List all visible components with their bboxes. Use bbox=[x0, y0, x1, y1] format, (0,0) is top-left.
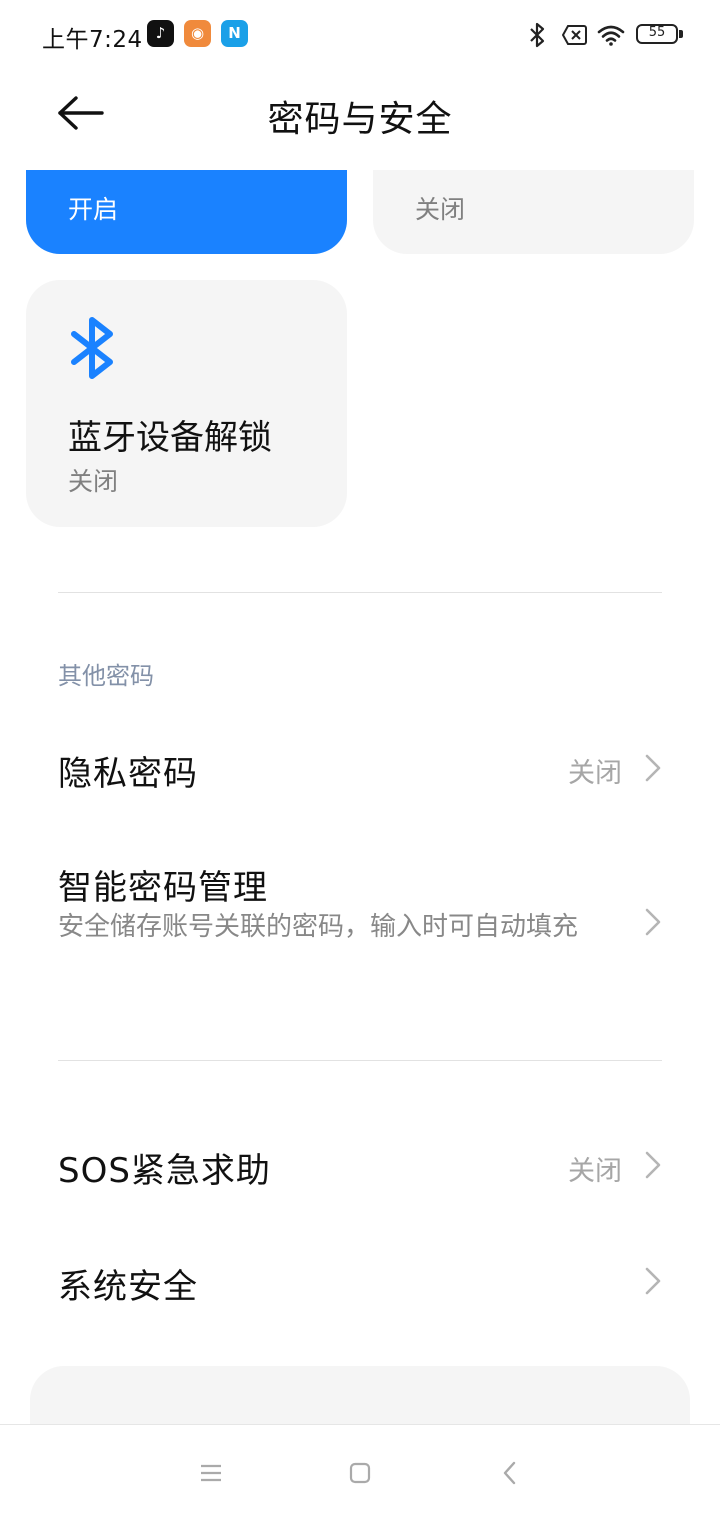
status-bar: 上午7:24 ♪ ◉ N 55 bbox=[0, 0, 720, 70]
section-label-other-passwords: 其他密码 bbox=[58, 662, 154, 690]
bluetooth-unlock-status: 关闭 bbox=[68, 467, 119, 496]
status-time: 上午7:24 bbox=[42, 27, 143, 53]
back-nav-icon[interactable] bbox=[496, 1459, 524, 1487]
bluetooth-status-icon bbox=[530, 22, 545, 48]
bluetooth-unlock-card[interactable]: 蓝牙设备解锁 关闭 bbox=[26, 280, 347, 527]
navigation-bar bbox=[0, 1424, 720, 1520]
smart-password-row[interactable]: 智能密码管理 安全储存账号关联的密码，输入时可自动填充 bbox=[0, 840, 720, 1000]
system-security-title: 系统安全 bbox=[58, 1267, 198, 1307]
battery-icon: 55 bbox=[636, 24, 678, 44]
battery-level: 55 bbox=[648, 25, 666, 40]
menu-icon[interactable] bbox=[197, 1459, 225, 1487]
privacy-password-value: 关闭 bbox=[568, 758, 622, 789]
unlock-card-status: 开启 bbox=[68, 195, 119, 224]
bluetooth-icon bbox=[71, 317, 113, 379]
smart-password-title: 智能密码管理 bbox=[58, 868, 268, 908]
chevron-right-icon bbox=[645, 754, 661, 782]
chevron-right-icon bbox=[645, 1151, 661, 1179]
home-icon[interactable] bbox=[346, 1459, 374, 1487]
sim-blocked-icon bbox=[562, 25, 587, 45]
wifi-icon bbox=[597, 25, 625, 46]
chevron-right-icon bbox=[645, 1267, 661, 1295]
divider bbox=[58, 1060, 662, 1061]
system-security-row[interactable]: 系统安全 bbox=[0, 1226, 720, 1338]
privacy-password-title: 隐私密码 bbox=[58, 754, 198, 794]
unlock-card-status: 关闭 bbox=[415, 195, 466, 224]
smart-password-subtitle: 安全储存账号关联的密码，输入时可自动填充 bbox=[58, 912, 579, 942]
page-title: 密码与安全 bbox=[267, 99, 453, 140]
divider bbox=[58, 592, 662, 593]
screen: 上午7:24 ♪ ◉ N 55 开启 关闭 蓝牙设备解锁 关闭 其他密码 隐私密… bbox=[0, 0, 720, 1520]
orange-app-icon: ◉ bbox=[184, 20, 211, 47]
n-app-icon: N bbox=[221, 20, 248, 47]
tiktok-icon: ♪ bbox=[147, 20, 174, 47]
sos-row[interactable]: SOS紧急求助 关闭 bbox=[0, 1110, 720, 1222]
battery-tip bbox=[679, 30, 683, 38]
sos-value: 关闭 bbox=[568, 1156, 622, 1187]
sos-title: SOS紧急求助 bbox=[58, 1151, 271, 1191]
header: 密码与安全 bbox=[0, 70, 720, 170]
chevron-right-icon bbox=[645, 908, 661, 936]
privacy-password-row[interactable]: 隐私密码 关闭 bbox=[0, 710, 720, 822]
bluetooth-unlock-title: 蓝牙设备解锁 bbox=[68, 418, 272, 458]
